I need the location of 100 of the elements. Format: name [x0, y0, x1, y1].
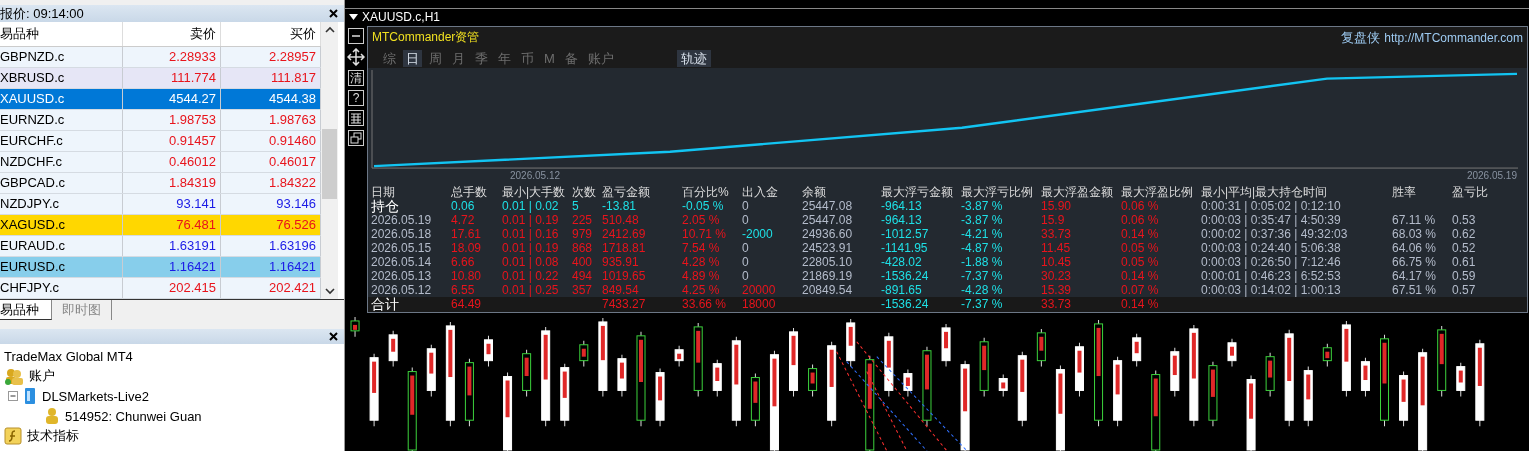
column-header[interactable]: 易品种 — [0, 22, 123, 46]
table-cell: 25447.08 — [802, 213, 853, 227]
symbol-row[interactable]: NZDCHF.c 0.46012 0.46017 — [0, 152, 321, 173]
market-watch-title: 报价: 09:14:00 — [0, 4, 84, 23]
symbol-row[interactable]: GBPNZD.c 2.28933 2.28957 — [0, 47, 321, 68]
symbol-row[interactable]: EURAUD.c 1.63191 1.63196 — [0, 236, 321, 257]
table-cell: 0.53 — [1452, 213, 1476, 227]
table-cell: 18.09 — [451, 241, 482, 255]
close-icon[interactable] — [329, 332, 338, 341]
tree-item[interactable]: 514952: Chunwei Guan — [65, 408, 202, 424]
column-header[interactable]: 卖价 — [123, 22, 221, 46]
track-button[interactable]: 轨迹 — [676, 49, 711, 67]
table-cell: 868 — [572, 241, 593, 255]
column-header: 余额 — [802, 185, 827, 199]
accounts-icon — [4, 367, 24, 385]
symbol-row[interactable]: XAGUSD.c 76.481 76.526 — [0, 215, 321, 236]
panel-title: MTCommander资管 — [372, 29, 481, 46]
table-cell: 4.28 % — [682, 255, 720, 269]
column-header: 最大浮亏比例 — [961, 185, 1034, 199]
table-cell: 0.06 — [451, 199, 475, 213]
table-cell: 20000 — [742, 283, 776, 297]
table-cell: 0.01 | 0.22 — [502, 269, 559, 283]
table-cell: 66.75 % — [1392, 255, 1437, 269]
table-cell: 0.01 | 0.08 — [502, 255, 559, 269]
table-cell: 5 — [572, 199, 579, 213]
table-cell: 935.91 — [602, 255, 639, 269]
table-cell: 0.57 — [1452, 283, 1476, 297]
table-cell: 0:00:02 | 0:37:36 | 49:32:03 — [1201, 227, 1348, 241]
table-cell: 0 — [742, 269, 749, 283]
table-cell: 225 — [572, 213, 593, 227]
symbol-cell: NZDCHF.c — [0, 152, 123, 172]
symbol-row[interactable]: XAUUSD.c 4544.27 4544.38 — [0, 89, 321, 110]
dropdown-icon[interactable] — [349, 14, 358, 20]
bid-cell: 1.16421 — [123, 257, 221, 277]
column-header: 百分比% — [682, 185, 730, 199]
table-cell: 10.80 — [451, 269, 482, 283]
table-cell: 33.73 — [1041, 297, 1072, 312]
website-link[interactable]: http://MTCommander.com — [1384, 30, 1523, 45]
symbol-cell: GBPNZD.c — [0, 47, 123, 67]
table-cell: 24936.60 — [802, 227, 853, 241]
tool-button[interactable]: ? — [348, 90, 364, 106]
scroll-up-icon[interactable] — [324, 26, 335, 34]
table-cell: 0 — [742, 213, 749, 227]
symbol-row[interactable]: EURCHF.c 0.91457 0.91460 — [0, 131, 321, 152]
symbol-row[interactable]: EURNZD.c 1.98753 1.98763 — [0, 110, 321, 131]
period-tab[interactable]: 日 — [403, 49, 422, 67]
tab[interactable]: 易品种 — [0, 300, 52, 320]
column-header: 盈亏比 — [1452, 185, 1489, 199]
column-header: 最小|平均|最大持仓时间 — [1201, 185, 1329, 199]
table-cell: -13.81 — [602, 199, 637, 213]
symbol-cell: GBPCAD.c — [0, 173, 123, 193]
column-header: 出入金 — [742, 185, 779, 199]
table-cell: 67.51 % — [1392, 283, 1437, 297]
table-cell: -0.05 % — [682, 199, 724, 213]
table-cell: 357 — [572, 283, 593, 297]
symbol-row[interactable]: XBRUSD.c 111.774 111.817 — [0, 68, 321, 89]
close-icon[interactable] — [329, 9, 338, 18]
scrollbar-thumb[interactable] — [322, 129, 337, 199]
table-icon[interactable] — [348, 110, 364, 126]
scrollbar[interactable] — [321, 22, 338, 299]
table-cell: -1141.95 — [881, 241, 928, 255]
table-cell: -3.87 % — [961, 213, 1003, 227]
table-cell: -891.65 — [881, 283, 922, 297]
minimize-icon[interactable] — [348, 28, 364, 44]
table-cell: -964.13 — [881, 213, 922, 227]
table-cell: 11.45 — [1041, 241, 1071, 255]
column-header: 总手数 — [451, 185, 488, 199]
symbol-row[interactable]: CHFJPY.c 202.415 202.421 — [0, 278, 321, 299]
symbol-row[interactable]: GBPCAD.c 1.84319 1.84322 — [0, 173, 321, 194]
table-cell: 6.66 — [451, 255, 475, 269]
collapse-icon[interactable] — [8, 391, 18, 401]
table-cell: -964.13 — [881, 199, 922, 213]
table-cell: 4.25 % — [682, 283, 720, 297]
table-cell: 6.55 — [451, 283, 475, 297]
table-cell: 0:00:03 | 0:35:47 | 4:50:39 — [1201, 213, 1341, 227]
user-icon — [44, 407, 60, 425]
table-cell: 33.66 % — [682, 297, 727, 312]
tree-item[interactable]: DLSMarkets-Live2 — [42, 388, 149, 404]
table-cell: -1536.24 — [881, 297, 929, 312]
tree-item[interactable]: 账户 — [29, 367, 55, 385]
table-cell: 0.01 | 0.19 — [502, 241, 559, 255]
bid-cell: 0.91457 — [123, 131, 221, 151]
table-cell: 849.54 — [602, 283, 639, 297]
restore-icon[interactable] — [348, 130, 364, 146]
table-cell: 2026.05.12 — [371, 283, 432, 297]
scroll-down-icon[interactable] — [324, 287, 335, 295]
table-cell: 0.06 % — [1121, 213, 1159, 227]
table-cell: -4.21 % — [961, 227, 1003, 241]
tool-button[interactable]: 清 — [348, 70, 364, 86]
table-cell: 15.90 — [1041, 199, 1072, 213]
table-cell: 67.11 % — [1392, 213, 1436, 227]
symbol-row[interactable]: NZDJPY.c 93.141 93.146 — [0, 194, 321, 215]
move-icon[interactable] — [347, 48, 365, 66]
table-cell: 30.23 — [1041, 269, 1072, 283]
tree-item[interactable]: 技术指标 — [27, 427, 79, 445]
table-cell: 0.07 % — [1121, 283, 1159, 297]
symbol-cell: XAGUSD.c — [0, 215, 123, 235]
tree-item[interactable]: TradeMax Global MT4 — [4, 348, 133, 364]
symbol-row[interactable]: EURUSD.c 1.16421 1.16421 — [0, 257, 321, 278]
table-cell: 2026.05.18 — [371, 227, 432, 241]
